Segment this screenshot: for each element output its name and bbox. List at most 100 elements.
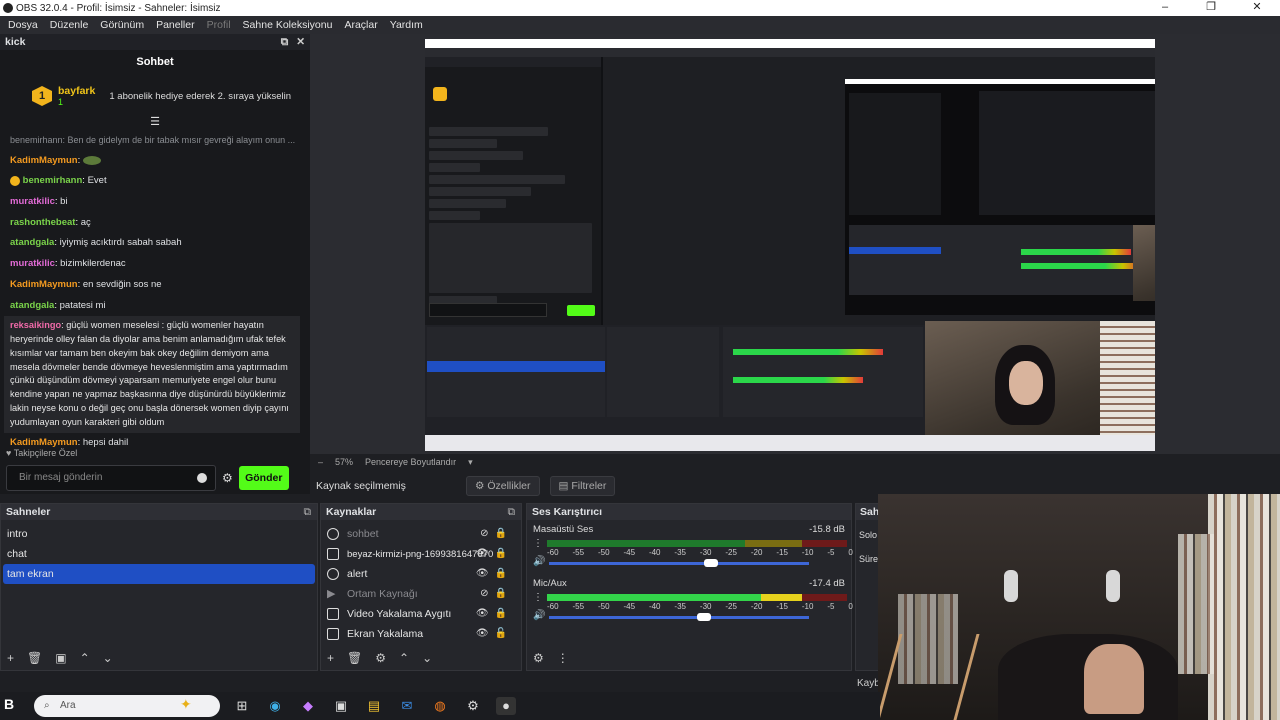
menu-araclar[interactable]: Araçlar	[344, 19, 377, 31]
fit-dropdown-icon[interactable]: ▾	[468, 457, 473, 468]
explorer-icon[interactable]: ▤	[364, 697, 384, 715]
menu-paneller[interactable]: Paneller	[156, 19, 195, 31]
menu-yardim[interactable]: Yardım	[390, 19, 423, 31]
menu-sahne-koleksiyonu[interactable]: Sahne Koleksiyonu	[243, 19, 333, 31]
source-item-ekran[interactable]: Ekran Yakalama 👁🔓	[321, 624, 521, 644]
minimize-button[interactable]: –	[1142, 0, 1188, 16]
source-item-video[interactable]: Video Yakalama Aygıtı 👁🔒	[321, 604, 521, 624]
filters-button[interactable]: ▤ Filtreler	[549, 476, 616, 496]
chat-username[interactable]: KadimMaymun	[10, 279, 78, 290]
maximize-button[interactable]: ❐	[1188, 0, 1234, 16]
chat-username[interactable]: muratkilic	[10, 258, 55, 269]
scene-item-tam-ekran[interactable]: tam ekran	[3, 564, 315, 584]
store-icon[interactable]: ▣	[331, 697, 351, 715]
pinned-user[interactable]: bayfark	[58, 85, 95, 97]
volume-slider[interactable]	[549, 613, 809, 621]
menu-profil[interactable]: Profil	[207, 19, 231, 31]
undock-icon[interactable]: ⧉	[304, 504, 312, 520]
chat-dock: kick ⧉ ✕ Sohbet 1 bayfark 1 1 abonelik he…	[0, 34, 310, 494]
menu-duzenle[interactable]: Düzenle	[50, 19, 89, 31]
source-toolbar: Kaynak seçilmemiş ⚙ Özellikler ▤ Filtrel…	[310, 474, 870, 498]
copilot-icon[interactable]: ◆	[298, 697, 318, 715]
track-menu-icon[interactable]: ⋮	[533, 592, 543, 603]
chat-username[interactable]: reksaikingo	[10, 320, 61, 330]
source-item-ortam[interactable]: ▶ Ortam Kaynağı ⊘🔒	[321, 584, 521, 604]
meter-tick-label: -5	[827, 602, 835, 611]
chat-username[interactable]: atandgala	[10, 300, 54, 311]
properties-button[interactable]: ⚙ Özellikler	[466, 476, 540, 496]
source-item-png[interactable]: beyaz-kirmizi-png-1699381647670 👁🔒	[321, 544, 521, 564]
meter-tick-label: -40	[648, 602, 661, 611]
chat-username[interactable]: rashonthebeat	[10, 217, 75, 228]
undock-icon[interactable]: ⧉	[281, 36, 289, 49]
up-arrow-icon[interactable]: ⌃	[80, 651, 90, 665]
scene-item-intro[interactable]: intro	[1, 524, 317, 544]
mixer-settings-icon[interactable]: ⚙	[533, 651, 544, 665]
firefox-icon[interactable]: ◍	[430, 697, 450, 715]
mixer-menu-icon[interactable]: ⋮	[557, 651, 569, 665]
preview-canvas[interactable]	[425, 39, 1155, 451]
settings-icon[interactable]: ⚙	[463, 697, 483, 715]
fit-to-window[interactable]: Pencereye Boyutlandır	[365, 457, 456, 467]
chat-username[interactable]: KadimMaymun	[10, 437, 78, 448]
speaker-icon[interactable]: 🔊	[533, 556, 545, 567]
chat-message-input[interactable]: Bir mesaj gönderin	[6, 465, 216, 491]
source-item-alert[interactable]: alert 👁🔒	[321, 564, 521, 584]
taskbar-search-placeholder: Ara	[60, 700, 76, 711]
speaker-icon[interactable]: 🔊	[533, 610, 545, 621]
zoom-level[interactable]: 57%	[335, 457, 353, 467]
source-label: Ekran Yakalama	[347, 628, 424, 640]
trash-icon[interactable]: 🗑	[27, 651, 42, 665]
visible-lock-icons[interactable]: 👁🔒	[476, 564, 513, 584]
undock-icon[interactable]: ⧉	[508, 504, 516, 520]
visible-lock-icons[interactable]: 👁🔒	[476, 604, 513, 624]
chat-settings-icon[interactable]: ⚙	[222, 471, 233, 485]
visible-lock-icons[interactable]: 👁🔓	[476, 624, 513, 644]
chat-username[interactable]: KadimMaymun	[10, 155, 78, 166]
send-button[interactable]: Gönder	[238, 466, 289, 490]
trash-icon[interactable]: 🗑	[347, 651, 362, 665]
up-arrow-icon[interactable]: ⌃	[399, 651, 409, 665]
obs-icon[interactable]: ●	[496, 697, 516, 715]
visible-lock-icons[interactable]: 👁🔒	[476, 544, 513, 564]
hidden-lock-icons[interactable]: ⊘🔒	[480, 524, 513, 544]
pinned-text: 1 abonelik hediye ederek 2. sıraya yükse…	[109, 90, 292, 102]
scene-item-chat[interactable]: chat	[1, 544, 317, 564]
meter-tick-label: -15	[776, 602, 788, 611]
menu-gorunum[interactable]: Görünüm	[100, 19, 144, 31]
filter-icon[interactable]: ▣	[55, 651, 66, 665]
gear-icon: ⚙	[475, 480, 488, 492]
emoji-icon[interactable]	[197, 473, 207, 483]
meter-tick-label: -20	[750, 602, 763, 611]
mail-icon[interactable]: ✉	[397, 697, 417, 715]
close-button[interactable]: ✕	[1234, 0, 1280, 16]
chat-username[interactable]: atandgala	[10, 237, 54, 248]
track-meter	[547, 540, 847, 547]
meter-tick-label: -55	[572, 548, 585, 557]
task-view-icon[interactable]: ⊞	[232, 697, 252, 715]
meter-tick-label: -20	[750, 548, 763, 557]
meter-fill	[547, 594, 802, 601]
track-menu-icon[interactable]: ⋮	[533, 538, 543, 549]
down-arrow-icon[interactable]: ⌄	[103, 651, 113, 665]
slider-knob[interactable]	[696, 613, 711, 621]
add-icon[interactable]: +	[7, 651, 14, 665]
menu-handle-icon[interactable]: ☰	[0, 117, 310, 128]
taskbar-search[interactable]: Ara	[34, 695, 220, 717]
source-item-sohbet[interactable]: sohbet ⊘🔒	[321, 524, 521, 544]
add-icon[interactable]: +	[327, 651, 334, 665]
gear-icon[interactable]: ⚙	[375, 651, 386, 665]
chat-username[interactable]: benemirhann	[23, 175, 83, 186]
chat-username[interactable]: muratkilic	[10, 196, 55, 207]
down-arrow-icon[interactable]: ⌄	[422, 651, 432, 665]
volume-slider[interactable]	[549, 559, 809, 567]
menu-dosya[interactable]: Dosya	[8, 19, 38, 31]
dock-close-icon[interactable]: ✕	[296, 36, 305, 49]
hidden-lock-icons[interactable]: ⊘🔒	[480, 584, 513, 604]
mixer-footer: ⚙ ⋮	[527, 646, 851, 670]
nested-menu-bar	[425, 48, 1155, 57]
edge-icon[interactable]: ◉	[265, 697, 285, 715]
title-bar: OBS 32.0.4 - Profil: İsimsiz - Sahneler:…	[0, 0, 1280, 16]
slider-knob[interactable]	[703, 559, 718, 567]
chat-input-row: Bir mesaj gönderin ⚙ Gönder	[6, 464, 304, 492]
